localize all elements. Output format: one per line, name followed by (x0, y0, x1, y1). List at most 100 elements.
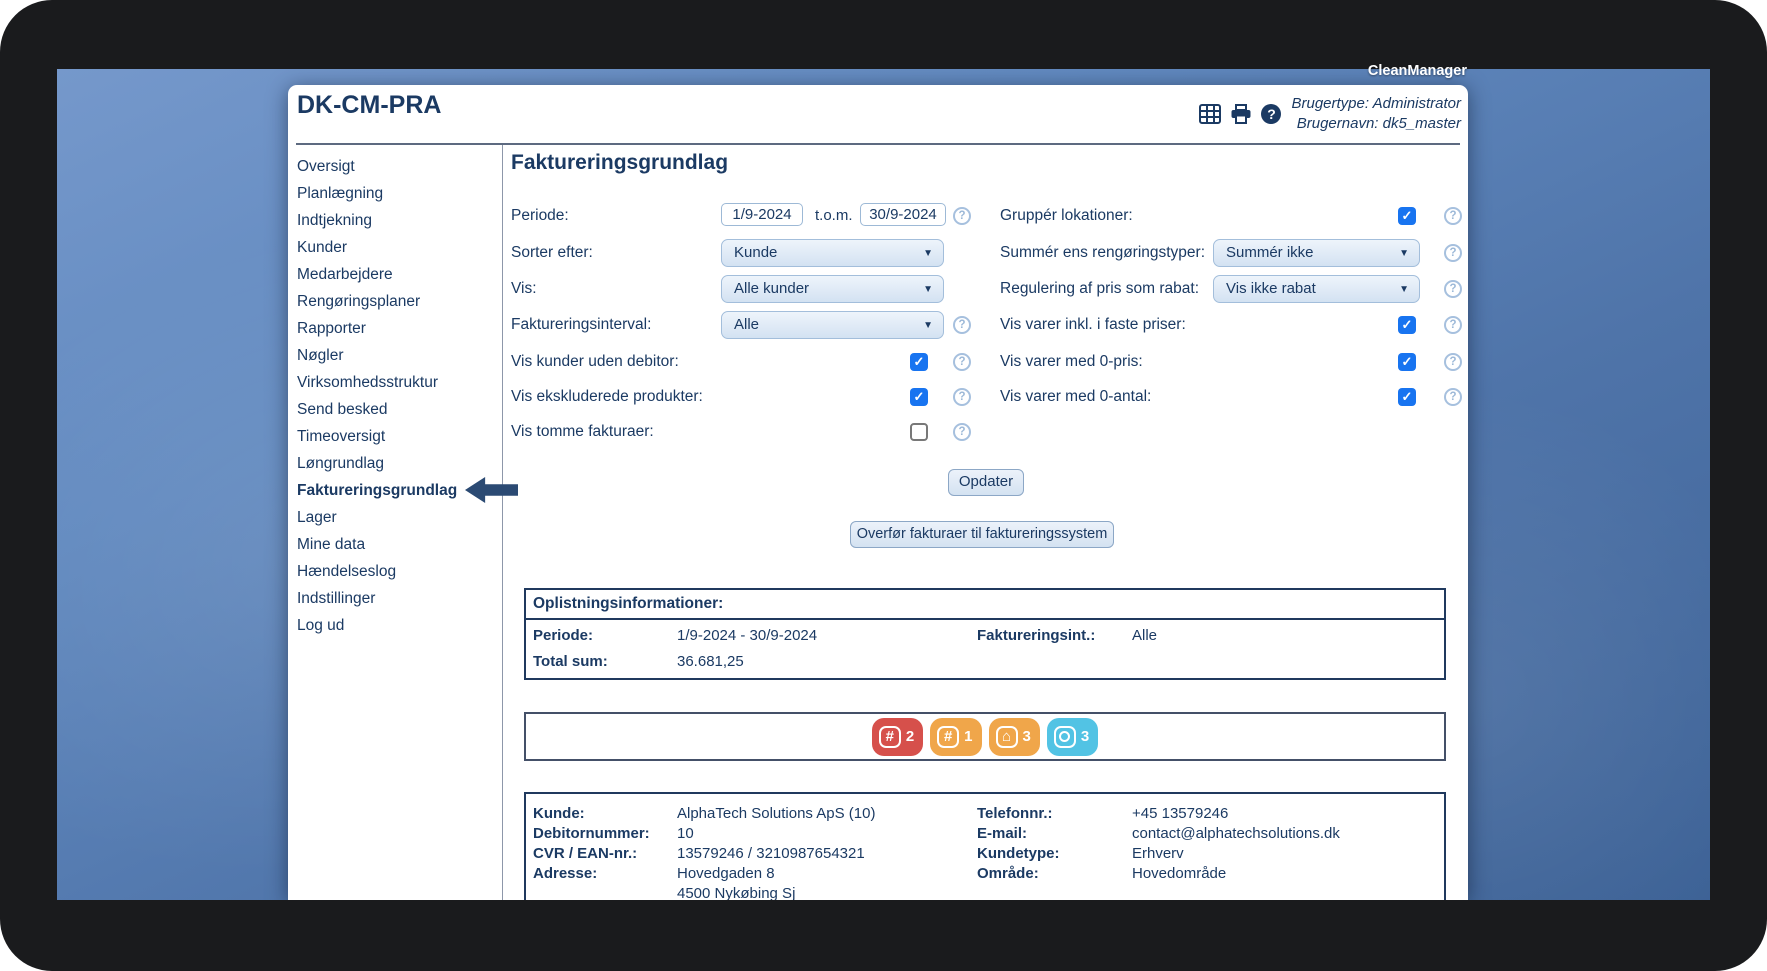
table-row: Periode: 1/9-2024 - 30/9-2024 Fakturerin… (526, 623, 1444, 649)
vis-varer-faste-priser-label: Vis varer inkl. i faste priser: (1000, 310, 1186, 340)
periode-help-icon[interactable]: ? (953, 207, 971, 225)
window-title: DK-CM-PRA (297, 91, 441, 120)
badge-count: 1 (964, 728, 972, 745)
form-row: Vis kunder uden debitor: ? Vis varer med… (503, 347, 1468, 377)
table-row: Kunde: AlphaTech Solutions ApS (10) Tele… (526, 804, 1444, 824)
vis-kunder-uden-debitor-checkbox[interactable] (910, 353, 928, 371)
circle-icon (1054, 726, 1076, 748)
periode-from-input[interactable] (721, 203, 803, 226)
form-row: Periode: t.o.m. ? Gruppér lokationer: ? (503, 201, 1468, 231)
vis-label: Vis: (511, 274, 537, 304)
sidebar-item-send-besked[interactable]: Send besked (288, 396, 502, 423)
app-window: DK-CM-PRA ? (288, 85, 1468, 900)
vis-varer-faste-priser-checkbox[interactable] (1398, 316, 1416, 334)
vis-varer-0-pris-label: Vis varer med 0-pris: (1000, 347, 1143, 377)
form-row: Vis tomme fakturaer: ? (503, 417, 1468, 447)
header-right: ? Brugertype: Administrator Brugernavn: … (1199, 94, 1461, 134)
sidebar-item-indstillinger[interactable]: Indstillinger (288, 585, 502, 612)
vis-kunder-uden-debitor-label: Vis kunder uden debitor: (511, 347, 679, 377)
house-badge[interactable]: ⌂ 3 (989, 718, 1040, 756)
sidebar-item-virksomhedsstruktur[interactable]: Virksomhedsstruktur (288, 369, 502, 396)
summary-total-sum-label: Total sum: (533, 649, 608, 675)
vis-varer-0-antal-checkbox[interactable] (1398, 388, 1416, 406)
sidebar-item-mine-data[interactable]: Mine data (288, 531, 502, 558)
vis-varer-0-pris-checkbox[interactable] (1398, 353, 1416, 371)
regulering-rabat-help-icon[interactable]: ? (1444, 280, 1462, 298)
summary-faktureringsint-value: Alle (1132, 623, 1157, 649)
sidebar-item-rengoeringsplaner[interactable]: Rengøringsplaner (288, 288, 502, 315)
regulering-rabat-select[interactable]: Vis ikke rabat (1213, 275, 1420, 303)
kundetype-value: Erhverv (1132, 844, 1184, 864)
sidebar-item-medarbejdere[interactable]: Medarbejdere (288, 261, 502, 288)
vis-varer-0-pris-help-icon[interactable]: ? (1444, 353, 1462, 371)
circle-badge[interactable]: 3 (1047, 718, 1098, 756)
vis-tomme-fakturaer-label: Vis tomme fakturaer: (511, 417, 654, 447)
customer-table: Kunde: AlphaTech Solutions ApS (10) Tele… (524, 792, 1446, 900)
sidebar-item-rapporter[interactable]: Rapporter (288, 315, 502, 342)
vis-tomme-fakturaer-help-icon[interactable]: ? (953, 423, 971, 441)
vis-select[interactable]: Alle kunder (721, 275, 944, 303)
status-badge-box: # 2 # 1 ⌂ 3 3 (524, 712, 1446, 761)
vis-kunder-uden-debitor-help-icon[interactable]: ? (953, 353, 971, 371)
hash-icon: # (937, 726, 959, 748)
summary-table-title: Oplistningsinformationer: (526, 590, 1444, 620)
cvr-ean-label: CVR / EAN-nr.: (533, 844, 637, 864)
badge-count: 3 (1081, 728, 1089, 745)
table-row: CVR / EAN-nr.: 13579246 / 3210987654321 … (526, 844, 1444, 864)
cvr-ean-value: 13579246 / 3210987654321 (677, 844, 865, 864)
update-button[interactable]: Opdater (948, 469, 1024, 496)
faktureringsinterval-select[interactable]: Alle (721, 311, 944, 339)
summary-table: Oplistningsinformationer: Periode: 1/9-2… (524, 588, 1446, 680)
grupper-lokationer-label: Gruppér lokationer: (1000, 201, 1133, 231)
sidebar-item-loengrundlag[interactable]: Løngrundlag (288, 450, 502, 477)
vis-varer-0-antal-help-icon[interactable]: ? (1444, 388, 1462, 406)
sidebar-item-indtjekning[interactable]: Indtjekning (288, 207, 502, 234)
sorter-efter-select[interactable]: Kunde (721, 239, 944, 267)
vis-tomme-fakturaer-checkbox[interactable] (910, 423, 928, 441)
debitornummer-label: Debitornummer: (533, 824, 650, 844)
adresse-value: Hovedgaden 8 (677, 864, 775, 884)
omraade-value: Hovedområde (1132, 864, 1226, 884)
hash-icon: # (879, 726, 901, 748)
periode-to-input[interactable] (860, 203, 946, 226)
summer-rengoeringstyper-help-icon[interactable]: ? (1444, 244, 1462, 262)
table-row: Debitornummer: 10 E-mail: contact@alphat… (526, 824, 1444, 844)
kunde-label: Kunde: (533, 804, 585, 824)
vis-ekskluderede-produkter-help-icon[interactable]: ? (953, 388, 971, 406)
page-title: Faktureringsgrundlag (511, 151, 728, 175)
summary-faktureringsint-label: Faktureringsint.: (977, 623, 1095, 649)
hash-badge-orange[interactable]: # 1 (930, 718, 981, 756)
printer-icon[interactable] (1230, 104, 1252, 124)
sidebar-item-oversigt[interactable]: Oversigt (288, 153, 502, 180)
adresse-label: Adresse: (533, 864, 597, 884)
sidebar-item-log-ud[interactable]: Log ud (288, 612, 502, 639)
hash-badge-red[interactable]: # 2 (872, 718, 923, 756)
vis-varer-faste-priser-help-icon[interactable]: ? (1444, 316, 1462, 334)
summary-periode-value: 1/9-2024 - 30/9-2024 (677, 623, 817, 649)
summer-rengoeringstyper-label: Summér ens rengøringstyper: (1000, 238, 1205, 268)
sidebar-item-haendelseslog[interactable]: Hændelseslog (288, 558, 502, 585)
omraade-label: Område: (977, 864, 1039, 884)
debitornummer-value: 10 (677, 824, 694, 844)
sidebar-item-noegler[interactable]: Nøgler (288, 342, 502, 369)
tom-label: t.o.m. (815, 201, 853, 231)
sidebar-item-lager[interactable]: Lager (288, 504, 502, 531)
sidebar-item-planlaegning[interactable]: Planlægning (288, 180, 502, 207)
user-type-label: Brugertype: Administrator (1291, 94, 1461, 114)
user-name-label: Brugernavn: dk5_master (1291, 114, 1461, 134)
summer-rengoeringstyper-select[interactable]: Summér ikke (1213, 239, 1420, 267)
grupper-lokationer-help-icon[interactable]: ? (1444, 207, 1462, 225)
sidebar-item-kunder[interactable]: Kunder (288, 234, 502, 261)
grupper-lokationer-checkbox[interactable] (1398, 207, 1416, 225)
telefonnr-label: Telefonnr.: (977, 804, 1053, 824)
help-icon[interactable]: ? (1261, 104, 1281, 124)
user-info: Brugertype: Administrator Brugernavn: dk… (1291, 94, 1461, 134)
form-row: Sorter efter: Kunde Summér ens rengøring… (503, 238, 1468, 268)
email-label: E-mail: (977, 824, 1027, 844)
faktureringsinterval-help-icon[interactable]: ? (953, 316, 971, 334)
transfer-invoices-button[interactable]: Overfør fakturaer til faktureringssystem (850, 521, 1114, 548)
vis-ekskluderede-produkter-checkbox[interactable] (910, 388, 928, 406)
table-grid-icon[interactable] (1199, 104, 1221, 124)
sidebar-item-timeoversigt[interactable]: Timeoversigt (288, 423, 502, 450)
desktop-background: DK-CM-PRA ? (57, 69, 1710, 900)
